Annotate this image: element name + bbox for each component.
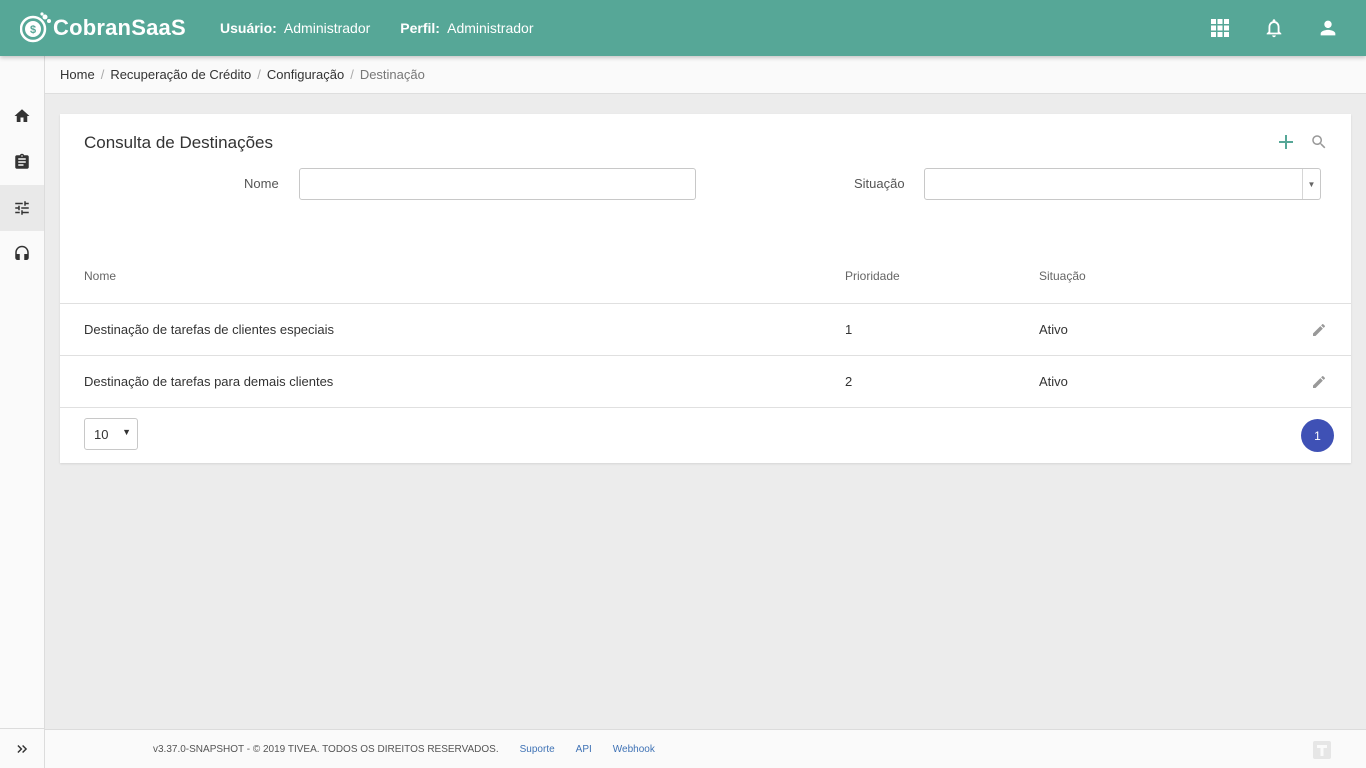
search-icon	[1312, 135, 1326, 149]
column-situacao[interactable]: Situação	[1039, 269, 1086, 283]
chevron-down-icon[interactable]: ▼	[1302, 169, 1320, 199]
sidebar-item-support[interactable]	[0, 231, 44, 277]
row-situacao: Ativo	[1039, 322, 1068, 337]
page-size-value: 10	[94, 427, 109, 442]
breadcrumb: Home / Recuperação de Crédito / Configur…	[45, 56, 1366, 94]
user-info: Usuário: Administrador Perfil: Administr…	[220, 20, 563, 36]
row-situacao: Ativo	[1039, 374, 1068, 389]
edit-button[interactable]	[1311, 322, 1327, 338]
row-nome: Destinação de tarefas de clientes especi…	[84, 322, 335, 337]
breadcrumb-separator: /	[100, 67, 105, 82]
edit-button[interactable]	[1311, 374, 1327, 390]
row-prioridade: 1	[845, 322, 853, 337]
pencil-icon	[1313, 323, 1326, 336]
sidebar-item-settings[interactable]	[0, 185, 44, 231]
apps-grid-icon[interactable]	[1208, 16, 1232, 40]
top-actions	[1178, 16, 1340, 40]
user-value: Administrador	[283, 20, 371, 36]
breadcrumb-separator: /	[350, 67, 354, 82]
page-button[interactable]: 1	[1301, 419, 1334, 452]
user-group: Usuário: Administrador	[220, 20, 370, 36]
double-chevron-right-icon	[17, 744, 28, 753]
table-row[interactable]: Destinação de tarefas para demais client…	[60, 356, 1351, 408]
sidebar	[0, 56, 45, 768]
nome-label: Nome	[244, 176, 279, 191]
breadcrumb-home[interactable]: Home	[60, 67, 95, 82]
situacao-select[interactable]: ▼	[924, 168, 1321, 200]
page-title: Consulta de Destinações	[84, 133, 274, 152]
top-bar: $ CobranSaaS Usuário: Administrador Perf…	[0, 0, 1366, 56]
plus-icon	[1279, 135, 1293, 149]
profile-value: Administrador	[447, 20, 534, 36]
search-button[interactable]	[1309, 132, 1329, 152]
table-row[interactable]: Destinação de tarefas de clientes especi…	[60, 304, 1351, 356]
user-label: Usuário:	[220, 20, 277, 36]
footer-link-api[interactable]: API	[576, 744, 592, 755]
headset-icon	[15, 245, 29, 260]
footer-link-suporte[interactable]: Suporte	[520, 744, 555, 755]
bell-icon[interactable]	[1262, 16, 1286, 40]
breadcrumb-current: Destinação	[359, 67, 425, 82]
breadcrumb-configuracao[interactable]: Configuração	[267, 67, 344, 82]
brand-name: CobranSaaS	[53, 15, 186, 40]
clipboard-icon	[15, 153, 29, 169]
profile-label: Perfil:	[400, 20, 440, 36]
footer-link-webhook[interactable]: Webhook	[613, 744, 655, 755]
sidebar-item-home[interactable]	[0, 93, 44, 139]
sidebar-expand-button[interactable]	[0, 728, 44, 768]
home-icon	[14, 109, 30, 122]
user-icon[interactable]	[1316, 16, 1340, 40]
add-button[interactable]	[1276, 132, 1296, 152]
logo-icon: $	[20, 12, 51, 43]
column-prioridade[interactable]: Prioridade	[845, 269, 900, 283]
breadcrumb-separator: /	[257, 67, 261, 82]
sliders-icon	[15, 201, 29, 215]
row-nome: Destinação de tarefas para demais client…	[84, 374, 334, 389]
row-prioridade: 2	[845, 374, 853, 389]
column-nome[interactable]: Nome	[84, 269, 116, 283]
table-header: Nome Prioridade Situação	[60, 264, 1351, 304]
copyright: v3.37.0-SNAPSHOT - © 2019 TIVEA. TODOS O…	[153, 743, 499, 755]
breadcrumb-recuperacao[interactable]: Recuperação de Crédito	[110, 67, 251, 82]
svg-text:$: $	[30, 24, 36, 36]
card-actions	[1263, 132, 1329, 152]
situacao-label: Situação	[854, 176, 905, 191]
tivea-logo-icon	[1313, 741, 1331, 759]
page-size-select[interactable]: 10 ▼	[84, 418, 138, 450]
profile-group: Perfil: Administrador	[400, 20, 533, 36]
pencil-icon	[1313, 375, 1326, 388]
consulta-card: Consulta de Destinações Nome Situação ▼ …	[60, 114, 1351, 463]
nome-input[interactable]	[299, 168, 696, 200]
sidebar-item-tasks[interactable]	[0, 139, 44, 185]
footer: v3.37.0-SNAPSHOT - © 2019 TIVEA. TODOS O…	[45, 729, 1366, 768]
caret-down-icon: ▼	[122, 427, 131, 437]
app-logo[interactable]: $ CobranSaaS	[20, 12, 186, 44]
